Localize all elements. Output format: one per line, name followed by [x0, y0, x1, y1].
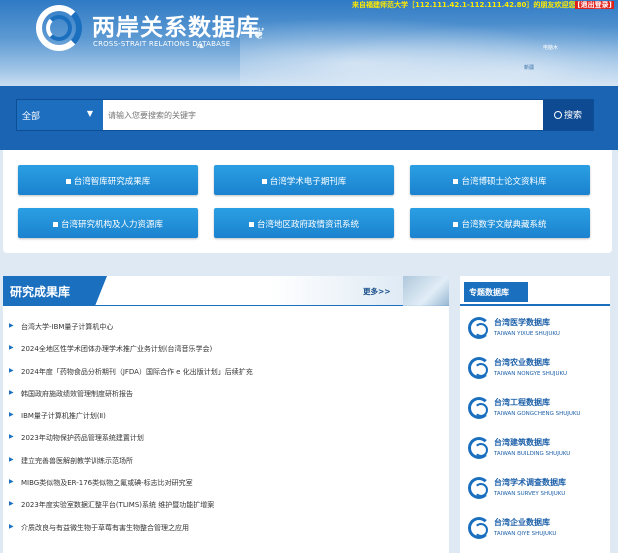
- decor-text: 电脑木: [543, 45, 559, 51]
- special-db-engineering[interactable]: 台湾工程数据库 TAIWAN GONGCHENG SHUJUKU: [468, 394, 608, 424]
- research-item-label: 介质改良与有益微生物于草莓有害生物整合管理之应用: [21, 523, 189, 532]
- db-name-en: TAIWAN SURVEY SHUJUKU: [494, 491, 566, 497]
- special-db-agriculture[interactable]: 台湾农业数据库 TAIWAN NONGYE SHUJUKU: [468, 354, 608, 384]
- research-tab-tip: [95, 276, 107, 306]
- research-item[interactable]: ▶ 2024年度「药物食品分析期刊（JFDA）国际合作 e 化出版计划」后续扩充: [9, 367, 253, 389]
- research-item[interactable]: ▶ 2023年动物保护药品管理系统建置计划: [9, 433, 253, 455]
- db-name: 台湾医学数据库: [494, 318, 550, 327]
- bullet-arrow-icon: ▶: [9, 366, 14, 374]
- db-name-en: TAIWAN QIYE SHUJUKU: [494, 531, 557, 537]
- db-logo-icon: [468, 477, 490, 499]
- search-icon: [553, 111, 562, 119]
- search-input[interactable]: [103, 100, 543, 130]
- site-title[interactable]: 两岸关系数据库: [92, 8, 260, 42]
- quick-links-panel: 台湾智库研究成果库 台湾学术电子期刊库 台湾博硕士论文资料库 台湾研究机构及人力…: [3, 150, 612, 253]
- bullet-arrow-icon: ▶: [9, 522, 14, 530]
- db-name: 台湾工程数据库: [494, 398, 550, 407]
- research-item-label: 2023年度实验室数据汇整平台(TLIMS)系统 维护暨功能扩增案: [21, 501, 215, 510]
- dove-decoration-icon: ❧: [196, 40, 206, 53]
- chevron-down-icon: ▼: [86, 109, 93, 118]
- research-item[interactable]: ▶ IBM量子计算机推广计划(Ⅱ): [9, 411, 253, 433]
- quick-link-government-info[interactable]: 台湾地区政府政情资讯系统: [214, 208, 394, 238]
- db-logo-icon: [468, 517, 490, 539]
- search-button[interactable]: 搜索: [543, 100, 593, 130]
- welcome-text: 来自福建师范大学［112.111.42.1-112.111.42.80］的朋友欢…: [352, 1, 576, 9]
- db-logo-icon: [468, 357, 490, 379]
- research-title: 研究成果库: [3, 276, 95, 306]
- db-logo-icon: [468, 317, 490, 339]
- research-item-label: 2024年度「药物食品分析期刊（JFDA）国际合作 e 化出版计划」后续扩充: [21, 367, 253, 376]
- bullet-arrow-icon: ▶: [9, 455, 14, 463]
- research-item[interactable]: ▶ 介质改良与有益微生物于草莓有害生物整合管理之应用: [9, 523, 253, 545]
- bullet-arrow-icon: ▶: [9, 433, 14, 441]
- special-db-architecture[interactable]: 台湾建筑数据库 TAIWAN BUILDING SHUJUKU: [468, 434, 608, 464]
- search-scope-value: 全部: [22, 112, 41, 122]
- search-bar: 全部 ▼ 搜索: [16, 99, 594, 131]
- research-item-label: 2023年动物保护药品管理系统建置计划: [21, 434, 144, 443]
- research-item[interactable]: ▶ 2023年度实验室数据汇整平台(TLIMS)系统 维护暨功能扩增案: [9, 500, 253, 522]
- db-name: 台湾农业数据库: [494, 358, 550, 367]
- site-header: 两岸关系数据库 CROSS-STRAIT RELATIONS DATABASE …: [0, 0, 618, 86]
- bullet-arrow-icon: ▶: [9, 322, 14, 329]
- research-header: 研究成果库 更多>>: [3, 276, 449, 306]
- dove-decoration-icon: ❦: [252, 24, 266, 43]
- logout-link[interactable]: [退出登录]: [575, 1, 614, 9]
- db-name: 台湾学术调查数据库: [494, 478, 566, 487]
- db-name-en: TAIWAN NONGYE SHUJUKU: [494, 371, 567, 377]
- quick-link-institutions[interactable]: 台湾研究机构及人力资源库: [18, 208, 198, 238]
- special-db-title: 专题数据库: [464, 282, 528, 302]
- quick-link-think-tank[interactable]: 台湾智库研究成果库: [18, 165, 198, 195]
- research-item-label: MIBG类似物及ER-176类似物之氟或碘-标志比对研究室: [21, 479, 193, 488]
- db-logo-icon: [468, 397, 490, 419]
- research-list: ▶ 台湾大学-IBM量子计算机中心 ▶ 2024全地区性学术团体办理学术推广业务计划…: [9, 322, 253, 545]
- bullet-arrow-icon: ▶: [9, 411, 14, 419]
- welcome-bar: 来自福建师范大学［112.111.42.1-112.111.42.80］的朋友欢…: [352, 0, 614, 10]
- header-background: [240, 10, 618, 86]
- research-item[interactable]: ▶ 建立完善兽医解剖教学训练示范场所: [9, 456, 253, 478]
- research-item-label: IBM量子计算机推广计划(Ⅱ): [21, 412, 106, 421]
- research-item-label: 建立完善兽医解剖教学训练示范场所: [21, 456, 133, 465]
- research-item[interactable]: ▶ 台湾大学-IBM量子计算机中心: [9, 322, 253, 344]
- special-db-header: 专题数据库: [460, 276, 610, 306]
- search-scope-select[interactable]: 全部 ▼: [17, 100, 103, 130]
- bullet-arrow-icon: ▶: [9, 478, 14, 486]
- site-subtitle: CROSS-STRAIT RELATIONS DATABASE: [93, 40, 231, 48]
- special-db-survey[interactable]: 台湾学术调查数据库 TAIWAN SURVEY SHUJUKU: [468, 474, 608, 504]
- special-db-section: 专题数据库 台湾医学数据库 TAIWAN YIXUE SHUJUKU 台湾农业数…: [460, 276, 610, 553]
- research-item-label: 2024全地区性学术团体办理学术推广业务计划(台湾音乐学会): [21, 345, 213, 354]
- research-item-label: 台湾大学-IBM量子计算机中心: [21, 323, 114, 331]
- db-name-en: TAIWAN YIXUE SHUJUKU: [494, 331, 560, 337]
- decor-text: 新疆: [524, 65, 535, 71]
- quick-link-digital-archive[interactable]: 台湾数字文献典藏系统: [410, 208, 590, 238]
- landscape-decoration: [403, 276, 449, 306]
- research-more-link[interactable]: 更多>>: [363, 286, 391, 297]
- db-logo-icon: [468, 437, 490, 459]
- bullet-arrow-icon: ▶: [9, 344, 14, 352]
- site-logo-inner: [46, 15, 72, 41]
- special-db-enterprise[interactable]: 台湾企业数据库 TAIWAN QIYE SHUJUKU: [468, 514, 608, 544]
- special-db-medicine[interactable]: 台湾医学数据库 TAIWAN YIXUE SHUJUKU: [468, 314, 608, 344]
- db-name-en: TAIWAN BUILDING SHUJUKU: [494, 451, 571, 457]
- db-name: 台湾企业数据库: [494, 518, 550, 527]
- bullet-arrow-icon: ▶: [9, 388, 14, 396]
- db-name: 台湾建筑数据库: [494, 438, 550, 447]
- research-section: 研究成果库 更多>> ▶ 台湾大学-IBM量子计算机中心 ▶ 2024全地区性学术团…: [3, 276, 449, 553]
- research-item[interactable]: ▶ 韩国政府施政绩效管理制度研析报告: [9, 389, 253, 411]
- bullet-arrow-icon: ▶: [9, 500, 14, 508]
- research-item-label: 韩国政府施政绩效管理制度研析报告: [21, 389, 133, 398]
- quick-link-journals[interactable]: 台湾学术电子期刊库: [214, 165, 394, 195]
- db-name-en: TAIWAN GONGCHENG SHUJUKU: [494, 411, 581, 417]
- quick-link-theses[interactable]: 台湾博硕士论文资料库: [410, 165, 590, 195]
- research-item[interactable]: ▶ MIBG类似物及ER-176类似物之氟或碘-标志比对研究室: [9, 478, 253, 500]
- research-item[interactable]: ▶ 2024全地区性学术团体办理学术推广业务计划(台湾音乐学会): [9, 344, 253, 366]
- search-button-label: 搜索: [563, 111, 582, 121]
